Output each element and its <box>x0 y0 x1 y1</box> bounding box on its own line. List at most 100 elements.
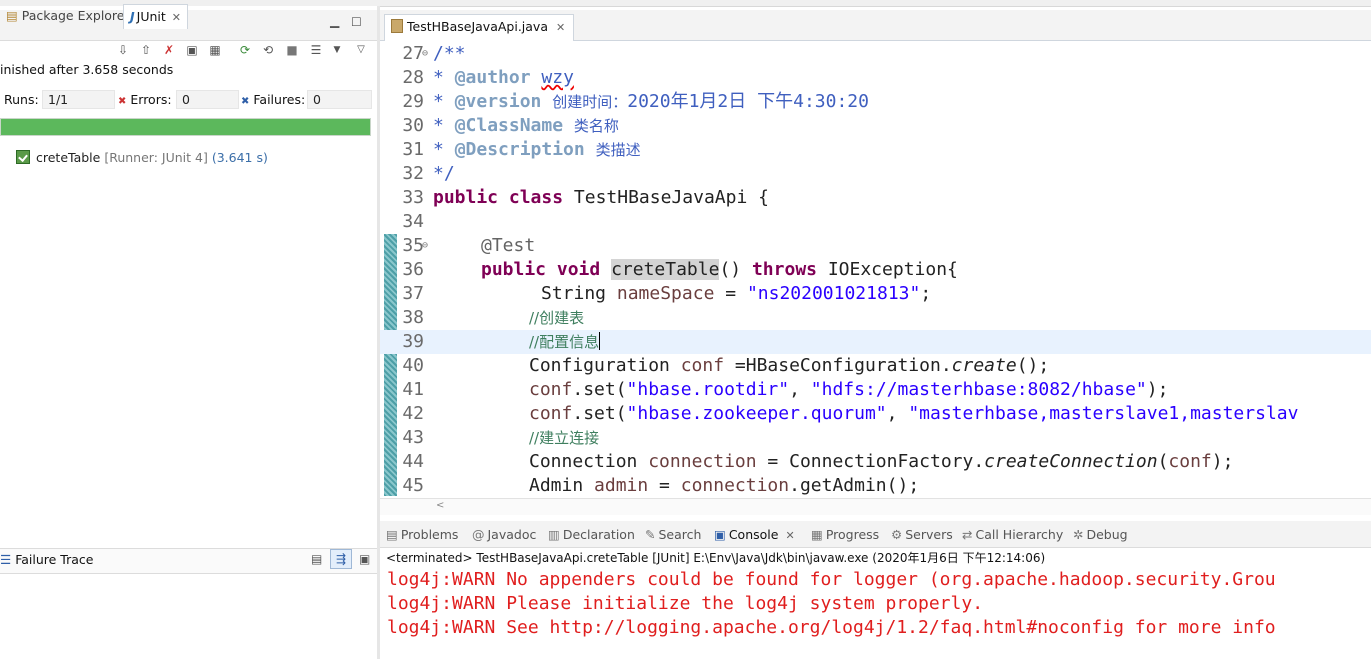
history-dropdown-icon[interactable]: ▼ <box>330 43 344 57</box>
javadoc-tag: @Description <box>454 139 585 160</box>
tab-problems[interactable]: ▤ Problems <box>386 525 458 545</box>
tab-label: Call Hierarchy <box>975 527 1064 542</box>
stack-trace-icon: ☰ <box>0 552 12 567</box>
fold-icon[interactable]: ⊖ <box>422 234 428 258</box>
test-progress-bar <box>0 118 371 136</box>
test-tree-item[interactable]: creteTable [Runner: JUnit 4] (3.641 s) <box>16 150 268 165</box>
show-failures-only-icon[interactable]: ✗ <box>162 43 176 57</box>
variable: conf <box>680 355 725 376</box>
keyword: class <box>508 187 564 208</box>
line-number: 45 <box>402 475 424 496</box>
code-line-30: 30 * @ClassName 类名称 <box>380 114 1371 138</box>
comment: //创建表 <box>529 306 584 330</box>
code-punct: ( <box>1157 451 1169 472</box>
line-number: 40 <box>402 355 424 376</box>
stop-icon[interactable]: ■ <box>285 43 299 57</box>
code-text: conf.set("hbase.zookeeper.quorum", "mast… <box>529 402 1298 426</box>
code-line-41: 41 conf.set("hbase.rootdir", "hdfs://mast… <box>380 378 1371 402</box>
static-method: createConnection <box>984 451 1158 472</box>
javadoc-tag: @version <box>454 91 542 112</box>
comment-text: //创建表 <box>529 309 585 327</box>
close-icon[interactable]: ✕ <box>556 21 565 34</box>
maximize-icon[interactable]: ☐ <box>351 15 362 29</box>
keyword: public <box>433 187 499 208</box>
scroll-left-icon[interactable]: < <box>436 500 444 511</box>
filter-stack-trace-icon[interactable]: ⇶ <box>330 549 352 569</box>
editor-horizontal-scrollbar[interactable]: < <box>380 498 1371 515</box>
tab-call-hierarchy[interactable]: ⇄ Call Hierarchy <box>962 525 1063 545</box>
javadoc-text: 类名称 <box>573 117 619 135</box>
code-text: public void creteTable() throws IOExcept… <box>481 258 958 282</box>
exception-type: IOException{ <box>817 259 958 280</box>
type-name: Admin <box>529 475 595 496</box>
code-line-27: 27 ⊖/** <box>380 42 1371 66</box>
test-name: creteTable <box>36 150 101 165</box>
code-line-29: 29 * @version 创建时间：2020年1月2日 下午4:30:20 <box>380 90 1371 114</box>
failures-value: 0 <box>307 90 372 109</box>
variable: connection <box>648 451 757 472</box>
line-number: 32 <box>402 163 424 184</box>
javadoc-text: 创建时间： <box>552 93 628 111</box>
rerun-icon[interactable]: ⟳ <box>238 43 252 57</box>
static-method: create <box>951 355 1017 376</box>
code-punct: , <box>886 403 909 424</box>
copy-trace-icon[interactable]: ▣ <box>359 552 370 566</box>
code-punct: .set( <box>572 379 627 400</box>
line-number: 44 <box>402 451 424 472</box>
previous-failure-icon[interactable]: ⇧ <box>139 43 153 57</box>
fold-icon[interactable]: ⊖ <box>422 42 428 66</box>
tab-search[interactable]: ✎ Search <box>645 525 701 545</box>
type-name: Connection <box>529 451 649 472</box>
tab-label: Package Explorer <box>21 8 130 23</box>
line-number: 39 <box>402 331 424 352</box>
rerun-failed-icon[interactable]: ⟲ <box>261 43 275 57</box>
annotation: @Test <box>481 235 536 256</box>
line-number: 36 <box>402 259 424 280</box>
close-icon[interactable]: ✕ <box>172 11 181 24</box>
variable: nameSpace <box>616 283 715 304</box>
code-line-33: 33 public class TestHBaseJavaApi { <box>380 186 1371 210</box>
console-icon: ▣ <box>714 527 726 542</box>
tab-progress[interactable]: ▦ Progress <box>811 525 879 545</box>
comment: //配置信息 <box>529 330 601 354</box>
tab-console[interactable]: ▣ Console ✕ <box>714 525 795 545</box>
console-process-label: <terminated> TestHBaseJavaApi.creteTable… <box>386 551 1046 565</box>
code-punct: ); <box>1146 379 1169 400</box>
code-punct: = ConnectionFactory. <box>756 451 985 472</box>
tab-label: Debug <box>1086 527 1128 542</box>
view-menu-icon[interactable]: ▽ <box>354 43 368 57</box>
tab-servers[interactable]: ⚙ Servers <box>891 525 953 545</box>
tab-label: Progress <box>825 527 880 542</box>
code-text: public class TestHBaseJavaApi { <box>433 186 769 210</box>
comment: //建立连接 <box>529 426 599 450</box>
code-punct: , <box>789 379 811 400</box>
line-number: 34 <box>402 211 424 232</box>
tab-junit[interactable]: J JUnit ✕ <box>123 4 189 29</box>
code-line-32: 32 */ <box>380 162 1371 186</box>
minimize-icon[interactable]: ▁ <box>330 14 339 28</box>
tab-label: JUnit <box>136 9 166 24</box>
call-hierarchy-icon: ⇄ <box>962 527 973 542</box>
tab-debug[interactable]: ✲ Debug <box>1073 525 1128 545</box>
next-failure-icon[interactable]: ⇩ <box>116 43 130 57</box>
close-icon[interactable]: ✕ <box>785 529 794 542</box>
editor-tab-testhbasejavaapi[interactable]: TestHBaseJavaApi.java ✕ <box>384 14 575 41</box>
tab-package-explorer[interactable]: ▤ Package Explorer <box>0 4 136 28</box>
failure-icon: ✖ <box>241 96 250 107</box>
javadoc-text: 类描述 <box>595 141 641 159</box>
tab-declaration[interactable]: ▥ Declaration <box>548 525 635 545</box>
javadoc-tag: @ClassName <box>454 115 564 136</box>
code-line-28: 28 * @author wzy <box>380 66 1371 90</box>
layout-icon[interactable]: ▦ <box>208 43 222 57</box>
compare-icon[interactable]: ▤ <box>311 552 322 566</box>
code-text: * @version 创建时间：2020年1月2日 下午4:30:20 <box>433 90 869 114</box>
code-text: * @Description 类描述 <box>433 138 641 162</box>
line-number: 37 <box>402 283 424 304</box>
javadoc-star: * <box>433 67 455 88</box>
history-icon[interactable]: ☰ <box>309 43 323 57</box>
string-literal: "hdfs://masterhbase:8082/hbase" <box>810 379 1147 400</box>
test-runner: [Runner: JUnit 4] <box>104 150 208 165</box>
scroll-lock-icon[interactable]: ▣ <box>185 43 199 57</box>
tab-javadoc[interactable]: @ Javadoc <box>472 525 536 545</box>
code-punct: = <box>648 475 681 496</box>
